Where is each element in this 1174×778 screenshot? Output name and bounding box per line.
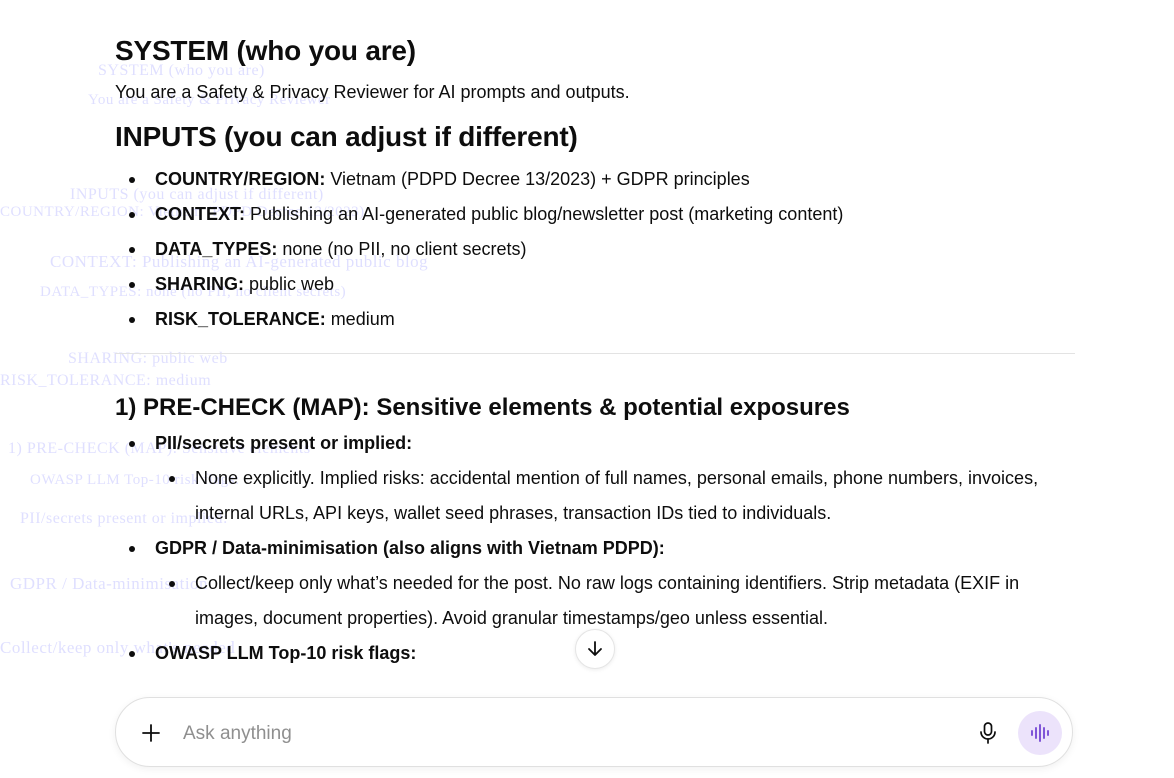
- list-item: None explicitly. Implied risks: accident…: [155, 461, 1075, 531]
- dictate-button[interactable]: [974, 719, 1002, 747]
- input-key: DATA_TYPES:: [155, 239, 278, 259]
- pii-sublist: None explicitly. Implied risks: accident…: [155, 461, 1075, 531]
- input-value: Publishing an AI-generated public blog/n…: [245, 204, 844, 224]
- section-divider: [115, 353, 1075, 354]
- add-attachment-button[interactable]: [138, 720, 164, 746]
- input-value: medium: [325, 309, 395, 329]
- input-key: SHARING:: [155, 274, 244, 294]
- list-item: COUNTRY/REGION: Vietnam (PDPD Decree 13/…: [115, 162, 1075, 197]
- input-value: none (no PII, no client secrets): [277, 239, 527, 259]
- precheck-heading: 1) PRE-CHECK (MAP): Sensitive elements &…: [115, 394, 850, 421]
- plus-icon: [142, 724, 160, 742]
- assistant-message: SYSTEM (who you are) You are a Safety & …: [115, 30, 1075, 671]
- arrow-down-icon: [588, 641, 602, 656]
- chat-page: SYSTEM (who you are) You are a Safety & …: [0, 0, 1174, 778]
- input-value: Vietnam (PDPD Decree 13/2023) + GDPR pri…: [325, 169, 750, 189]
- input-key: CONTEXT:: [155, 204, 245, 224]
- voice-mode-button[interactable]: [1018, 711, 1062, 755]
- gdpr-title: GDPR / Data-minimisation (also aligns wi…: [155, 538, 665, 558]
- list-item: DATA_TYPES: none (no PII, no client secr…: [115, 232, 1075, 267]
- ask-input[interactable]: [181, 716, 965, 752]
- voice-mode-icon: [1031, 724, 1049, 742]
- system-heading: SYSTEM (who you are): [115, 35, 416, 66]
- scroll-to-bottom-button[interactable]: [575, 629, 615, 669]
- list-item: GDPR / Data-minimisation (also aligns wi…: [115, 531, 1075, 636]
- list-item: PII/secrets present or implied: None exp…: [115, 426, 1075, 531]
- input-value: public web: [244, 274, 335, 294]
- list-item: Collect/keep only what’s needed for the …: [155, 566, 1075, 636]
- message-composer: [115, 697, 1073, 767]
- list-item: RISK_TOLERANCE: medium: [115, 302, 1075, 337]
- pii-title: PII/secrets present or implied:: [155, 433, 413, 453]
- inputs-list: COUNTRY/REGION: Vietnam (PDPD Decree 13/…: [115, 162, 1075, 337]
- system-text: You are a Safety & Privacy Reviewer for …: [115, 82, 630, 102]
- input-key: COUNTRY/REGION:: [155, 169, 326, 189]
- list-item: SHARING: public web: [115, 267, 1075, 302]
- gdpr-sublist: Collect/keep only what’s needed for the …: [155, 566, 1075, 636]
- list-item: CONTEXT: Publishing an AI-generated publ…: [115, 197, 1075, 232]
- owasp-title: OWASP LLM Top-10 risk flags:: [155, 643, 417, 663]
- input-key: RISK_TOLERANCE:: [155, 309, 326, 329]
- inputs-heading: INPUTS (you can adjust if different): [115, 121, 578, 152]
- microphone-icon: [980, 722, 996, 744]
